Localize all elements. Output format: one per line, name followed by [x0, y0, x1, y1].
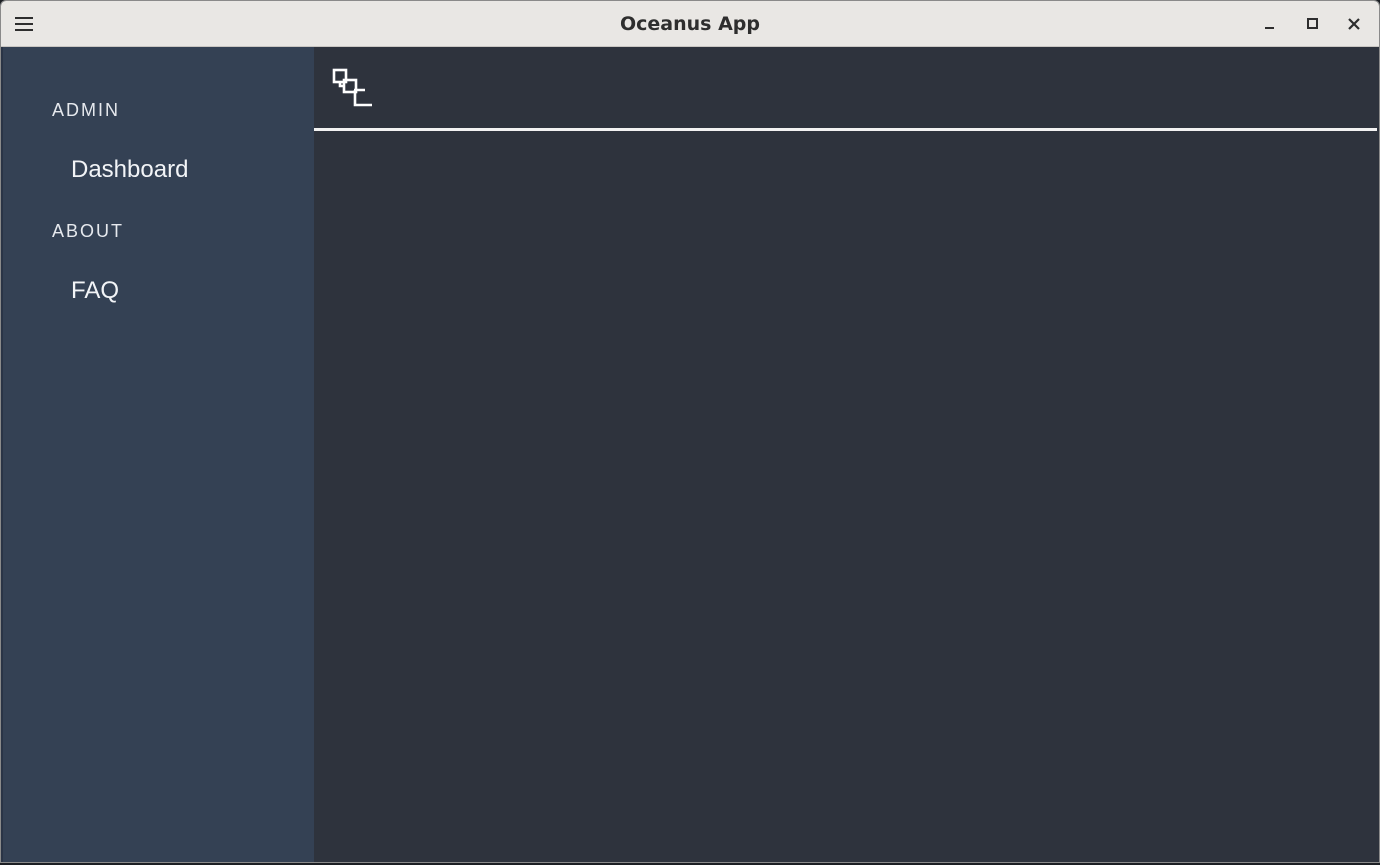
- sidebar-item-faq[interactable]: FAQ: [71, 277, 119, 305]
- main-content: [314, 47, 1379, 862]
- toolbar-divider: [314, 128, 1377, 131]
- sidebar: ADMIN Dashboard ABOUT FAQ: [1, 47, 314, 862]
- hamburger-menu-icon[interactable]: [13, 14, 35, 34]
- sitemap-icon[interactable]: [331, 67, 375, 111]
- sidebar-item-dashboard[interactable]: Dashboard: [71, 156, 188, 184]
- window-title: Oceanus App: [619, 13, 760, 35]
- sidebar-section-about: ABOUT: [52, 221, 125, 241]
- maximize-button[interactable]: [1299, 11, 1325, 37]
- app-window: Oceanus App ADMIN Dashboard ABOUT FAQ: [0, 0, 1380, 863]
- maximize-icon: [1307, 18, 1318, 29]
- minimize-icon: [1265, 27, 1274, 29]
- sidebar-section-admin: ADMIN: [52, 100, 120, 120]
- minimize-button[interactable]: [1256, 11, 1282, 37]
- close-icon: [1348, 18, 1360, 30]
- title-bar: Oceanus App: [1, 1, 1379, 47]
- close-button[interactable]: [1341, 11, 1367, 37]
- sidebar-left-edge: [1, 47, 3, 862]
